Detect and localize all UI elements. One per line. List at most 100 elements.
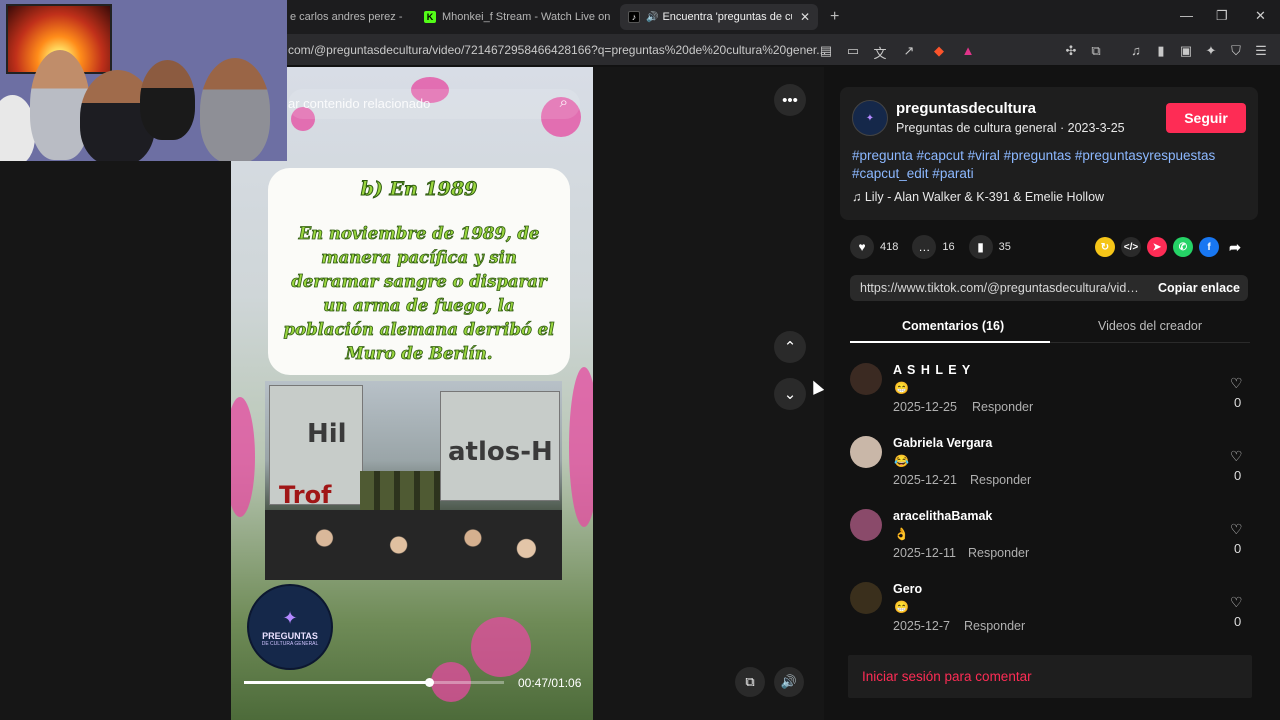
tab-comments[interactable]: Comentarios (16) xyxy=(902,319,1004,333)
save-button[interactable]: ▮ 35 xyxy=(968,235,1011,259)
comment-icon: … xyxy=(912,235,937,259)
graffiti-text: Hil xyxy=(307,419,347,449)
new-tab-button[interactable]: + xyxy=(830,8,839,26)
like-button[interactable]: ♥ 418 xyxy=(850,235,898,259)
reader-mode-icon[interactable]: ▤ xyxy=(818,43,834,59)
sidebar-icon[interactable]: ▮ xyxy=(1153,43,1169,59)
comment-like-count: 0 xyxy=(1234,468,1242,483)
volume-button[interactable]: 🔊 xyxy=(774,667,804,697)
related-search-input[interactable]: ar contenido relacionado ⌕ xyxy=(288,89,580,119)
creator-avatar[interactable]: ✦ xyxy=(852,100,888,136)
menu-icon[interactable]: ☰ xyxy=(1253,43,1269,59)
maximize-icon[interactable]: ❐ xyxy=(1216,8,1228,24)
commenter-name[interactable]: Gero xyxy=(893,582,922,596)
commenter-name[interactable]: Gabriela Vergara xyxy=(893,436,992,450)
screenshot-icon[interactable]: ⧉ xyxy=(1088,43,1104,59)
comment-date: 2025-12-21 xyxy=(893,473,957,487)
commenter-name[interactable]: A S H L E Y xyxy=(893,363,971,377)
share-arrow-icon[interactable]: ➦ xyxy=(1225,237,1245,257)
tiktok-page: b) En 1989 En noviembre de 1989, de mane… xyxy=(0,67,1280,720)
comment-text: 😁 xyxy=(894,600,909,614)
search-icon[interactable]: ⌕ xyxy=(560,94,568,111)
cast-icon[interactable]: ▭ xyxy=(845,43,861,59)
music-note-icon: ♫ xyxy=(852,190,865,204)
copy-link-button[interactable]: Copiar enlace xyxy=(1150,275,1248,301)
blossom-decoration xyxy=(471,617,531,677)
panel-tabs: Comentarios (16) Videos del creador xyxy=(850,313,1250,343)
engagement-stats: ♥ 418 … 16 ▮ 35 xyxy=(850,235,1025,259)
details-panel: ✦ preguntasdecultura Preguntas de cultur… xyxy=(824,67,1280,720)
save-count: 35 xyxy=(998,241,1011,253)
logo-star-icon: ✦ xyxy=(282,607,298,628)
follow-button[interactable]: Seguir xyxy=(1166,103,1246,133)
login-to-comment-bar[interactable]: Iniciar sesión para comentar xyxy=(848,655,1252,698)
tab-creator-videos[interactable]: Videos del creador xyxy=(1098,319,1202,333)
tab-carlos-andres-perez[interactable]: e carlos andres perez - Bu xyxy=(282,4,404,30)
commenter-name[interactable]: aracelithaBamak xyxy=(893,509,992,523)
repost-icon[interactable]: ↻ xyxy=(1095,237,1115,257)
tab-tiktok-active[interactable]: ♪ 🔊 Encuentra 'preguntas de cultu ✕ xyxy=(620,4,818,30)
url-field[interactable]: com/@preguntasdecultura/video/7214672958… xyxy=(288,43,826,57)
kick-icon: K xyxy=(424,11,436,23)
comment-like-icon[interactable]: ♡ xyxy=(1230,594,1243,611)
blossom-decoration xyxy=(231,397,255,517)
video-player[interactable]: b) En 1989 En noviembre de 1989, de mane… xyxy=(231,67,593,720)
music-icon[interactable]: ♫ xyxy=(1128,43,1144,58)
embed-icon[interactable]: </> xyxy=(1121,237,1141,257)
wallet-icon[interactable]: ▣ xyxy=(1178,43,1194,59)
progress-fill xyxy=(244,681,430,684)
reply-button[interactable]: Responder xyxy=(970,473,1031,487)
video-link-url[interactable]: https://www.tiktok.com/@preguntasdecultu… xyxy=(860,281,1142,295)
video-progress-bar[interactable] xyxy=(244,678,504,687)
comment-like-count: 0 xyxy=(1234,395,1242,410)
comment-like-count: 0 xyxy=(1234,614,1242,629)
close-tab-icon[interactable]: ✕ xyxy=(800,10,810,24)
comment-item: Gero 😁 2025-12-7 Responder ♡ 0 xyxy=(850,574,1250,637)
reply-button[interactable]: Responder xyxy=(964,619,1025,633)
graffiti-text: atlos-H xyxy=(448,437,553,467)
commenter-avatar[interactable] xyxy=(850,436,882,468)
comment-button[interactable]: … 16 xyxy=(912,235,955,259)
answer-card: b) En 1989 En noviembre de 1989, de mane… xyxy=(268,168,570,375)
commenter-avatar[interactable] xyxy=(850,582,882,614)
commenter-avatar[interactable] xyxy=(850,509,882,541)
facebook-icon[interactable]: f xyxy=(1199,237,1219,257)
window-close-icon[interactable]: ✕ xyxy=(1255,8,1266,24)
video-link-box: https://www.tiktok.com/@preguntasdecultu… xyxy=(850,275,1248,301)
reply-button[interactable]: Responder xyxy=(972,400,1033,414)
more-options-button[interactable]: ••• xyxy=(774,84,806,116)
whatsapp-icon[interactable]: ✆ xyxy=(1173,237,1193,257)
minimize-icon[interactable]: — xyxy=(1180,8,1193,23)
comment-date: 2025-12-7 xyxy=(893,619,950,633)
hashtags[interactable]: #pregunta #capcut #viral #preguntas #pre… xyxy=(852,147,1252,183)
next-video-button[interactable]: ⌄ xyxy=(774,378,806,410)
floating-player-button[interactable]: ⧉ xyxy=(735,667,765,697)
previous-video-button[interactable]: ⌃ xyxy=(774,331,806,363)
creator-username[interactable]: preguntasdecultura xyxy=(896,100,1036,117)
brave-shield-icon[interactable]: ◆ xyxy=(931,43,947,59)
blossom-decoration xyxy=(569,367,593,527)
search-placeholder: ar contenido relacionado xyxy=(288,96,431,111)
heart-icon: ♥ xyxy=(850,235,874,259)
comment-like-icon[interactable]: ♡ xyxy=(1230,448,1243,465)
comment-like-icon[interactable]: ♡ xyxy=(1230,375,1243,392)
tab-kick-stream[interactable]: K Mhonkei_f Stream - Watch Live on Ki xyxy=(416,4,612,30)
vpn-icon[interactable]: ⛉ xyxy=(1228,43,1244,59)
reply-button[interactable]: Responder xyxy=(968,546,1029,560)
video-area: b) En 1989 En noviembre de 1989, de mane… xyxy=(0,67,825,720)
comment-like-icon[interactable]: ♡ xyxy=(1230,521,1243,538)
video-time: 00:47/01:06 xyxy=(518,676,582,690)
share-page-icon[interactable]: ↗ xyxy=(901,43,917,59)
tab-label: e carlos andres perez - Bu xyxy=(290,11,404,23)
extensions-icon[interactable]: ✣ xyxy=(1063,43,1079,59)
music-track[interactable]: ♫ Lily - Alan Walker & K-391 & Emelie Ho… xyxy=(852,190,1104,204)
music-title: Lily - Alan Walker & K-391 & Emelie Holl… xyxy=(864,190,1105,204)
brave-rewards-icon[interactable]: ▲ xyxy=(960,43,976,58)
comment-item: A S H L E Y 😁 2025-12-25 Responder ♡ 0 xyxy=(850,355,1250,425)
crowd-figure xyxy=(265,510,562,580)
translate-icon[interactable]: 文 xyxy=(872,43,888,62)
leo-ai-icon[interactable]: ✦ xyxy=(1203,43,1219,59)
commenter-avatar[interactable] xyxy=(850,363,882,395)
send-icon[interactable]: ➤ xyxy=(1147,237,1167,257)
bookmark-icon: ▮ xyxy=(968,235,993,259)
